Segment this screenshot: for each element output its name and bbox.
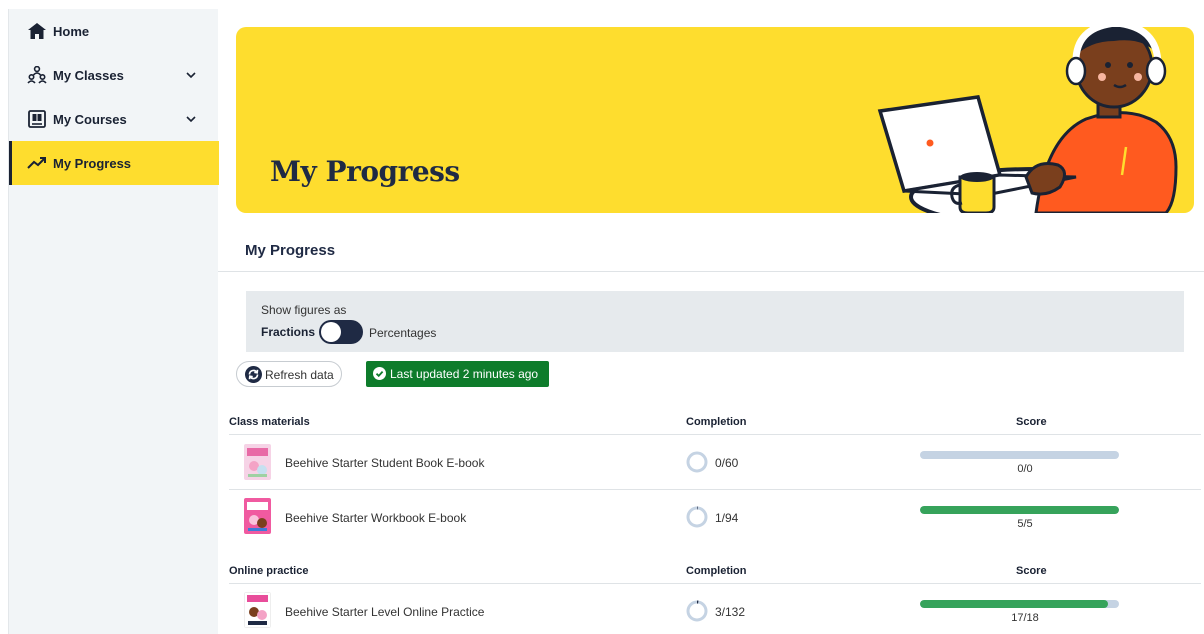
chevron-down-icon[interactable] — [185, 113, 197, 125]
refresh-icon — [245, 366, 262, 386]
figures-display-panel: Show figures as Fractions Percentages — [246, 291, 1184, 352]
home-icon — [27, 21, 47, 41]
score-bar — [920, 506, 1119, 514]
divider — [229, 434, 1201, 435]
divider — [229, 489, 1201, 490]
column-header-score: Score — [1016, 565, 1047, 577]
divider — [218, 271, 1204, 272]
sidebar-item-my-classes[interactable]: My Classes — [9, 53, 219, 97]
toggle-knob — [321, 322, 341, 342]
column-header-name: Online practice — [229, 565, 309, 577]
hero-title: My Progress — [270, 155, 460, 188]
toggle-caption: Show figures as — [261, 303, 347, 317]
fractions-percentages-toggle[interactable] — [319, 320, 363, 344]
completion-value: 3/132 — [715, 605, 746, 619]
percentages-label: Percentages — [369, 326, 437, 340]
completion-ring — [686, 506, 708, 528]
score-bar — [920, 451, 1119, 459]
completion-ring — [686, 451, 708, 473]
student-laptop-illustration — [877, 27, 1178, 213]
sidebar-item-label: Home — [53, 23, 90, 39]
completion-value: 0/60 — [715, 456, 739, 470]
sidebar-item-label: My Progress — [53, 155, 132, 171]
course-title-link[interactable]: Beehive Starter Workbook E-book — [285, 511, 466, 525]
column-header-completion: Completion — [686, 565, 747, 577]
score-bar-fill — [920, 506, 1119, 514]
trending-up-icon — [27, 153, 47, 173]
sidebar: Home My Classes My Courses My Progress — [8, 9, 219, 634]
classes-icon — [27, 65, 47, 85]
divider — [229, 583, 1201, 584]
column-header-name: Class materials — [229, 416, 310, 428]
last-updated-badge: Last updated 2 minutes ago — [366, 361, 549, 387]
completion-value: 1/94 — [715, 511, 739, 525]
course-title-link[interactable]: Beehive Starter Student Book E-book — [285, 456, 484, 470]
chevron-down-icon[interactable] — [185, 69, 197, 81]
sidebar-item-label: My Courses — [53, 111, 127, 127]
sidebar-item-label: My Classes — [53, 67, 124, 83]
last-updated-label: Last updated 2 minutes ago — [390, 367, 539, 381]
score-value: 5/5 — [1017, 518, 1033, 530]
sidebar-item-my-progress[interactable]: My Progress — [9, 141, 219, 185]
book-cover-thumbnail — [244, 444, 271, 480]
check-circle-icon — [373, 367, 386, 383]
course-title-link[interactable]: Beehive Starter Level Online Practice — [285, 605, 484, 619]
section-title: My Progress — [245, 242, 336, 259]
score-bar — [920, 600, 1119, 608]
score-bar-fill — [920, 600, 1108, 608]
refresh-data-button[interactable]: Refresh data — [236, 361, 342, 387]
score-value: 0/0 — [1017, 463, 1033, 475]
fractions-label: Fractions — [261, 325, 316, 339]
sidebar-item-my-courses[interactable]: My Courses — [9, 97, 219, 141]
app-root: Home My Classes My Courses My Progress M… — [0, 0, 1204, 634]
completion-ring — [686, 600, 708, 622]
sidebar-item-home[interactable]: Home — [9, 9, 219, 53]
book-cover-thumbnail — [244, 498, 271, 534]
score-value: 17/18 — [1011, 612, 1039, 624]
column-header-score: Score — [1016, 416, 1047, 428]
courses-icon — [27, 109, 47, 129]
refresh-label: Refresh data — [265, 368, 334, 382]
hero-banner: My Progress — [236, 27, 1194, 213]
book-cover-thumbnail — [244, 592, 271, 628]
column-header-completion: Completion — [686, 416, 747, 428]
